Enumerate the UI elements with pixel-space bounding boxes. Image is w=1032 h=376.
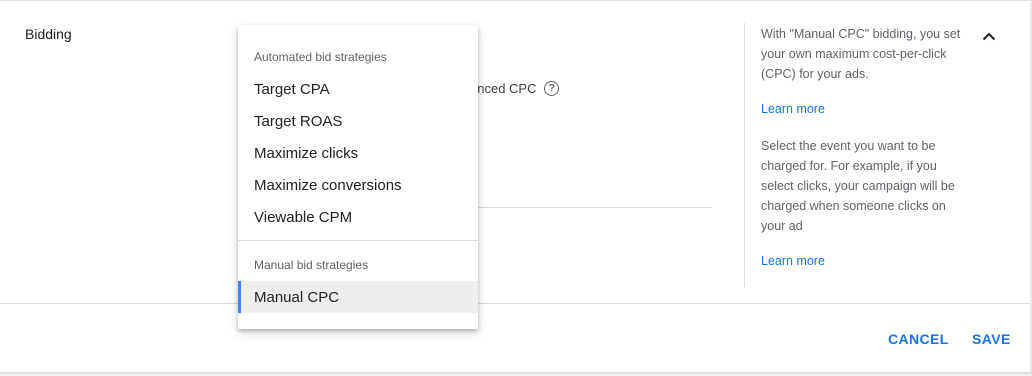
help-text-charge-event: Select the event you want to be charged … xyxy=(761,139,955,233)
learn-more-link[interactable]: Learn more xyxy=(761,99,825,119)
manual-group-label: Manual bid strategies xyxy=(254,258,369,272)
chevron-up-icon xyxy=(982,32,996,40)
menu-item-target-roas[interactable]: Target ROAS xyxy=(238,105,478,137)
learn-more-link[interactable]: Learn more xyxy=(761,251,825,271)
help-panel-divider xyxy=(744,23,745,287)
menu-item-maximize-clicks[interactable]: Maximize clicks xyxy=(238,137,478,169)
menu-separator xyxy=(238,240,478,241)
menu-item-manual-cpc[interactable]: Manual CPC xyxy=(238,281,478,313)
help-icon[interactable]: ? xyxy=(544,81,560,96)
menu-item-target-cpa[interactable]: Target CPA xyxy=(238,73,478,105)
automated-group-label: Automated bid strategies xyxy=(254,50,387,64)
collapse-button[interactable] xyxy=(978,25,1000,47)
save-button[interactable]: SAVE xyxy=(972,331,1011,347)
bidding-settings-card: Bidding anced CPC ? With "Manual CPC" bi… xyxy=(0,0,1032,376)
menu-item-maximize-conversions[interactable]: Maximize conversions xyxy=(238,169,478,201)
footer-divider xyxy=(0,303,1030,304)
bid-strategy-dropdown: Automated bid strategies Target CPA Targ… xyxy=(238,25,478,329)
card-shadow xyxy=(0,372,1032,376)
enhanced-cpc-label: anced CPC xyxy=(470,81,537,96)
menu-item-viewable-cpm[interactable]: Viewable CPM xyxy=(238,201,478,233)
enhanced-cpc-option[interactable]: anced CPC ? xyxy=(470,81,560,96)
section-title: Bidding xyxy=(25,26,72,42)
cancel-button[interactable]: CANCEL xyxy=(888,331,949,347)
content-divider xyxy=(470,207,712,208)
help-text-manual-cpc: With "Manual CPC" bidding, you set your … xyxy=(761,27,961,81)
